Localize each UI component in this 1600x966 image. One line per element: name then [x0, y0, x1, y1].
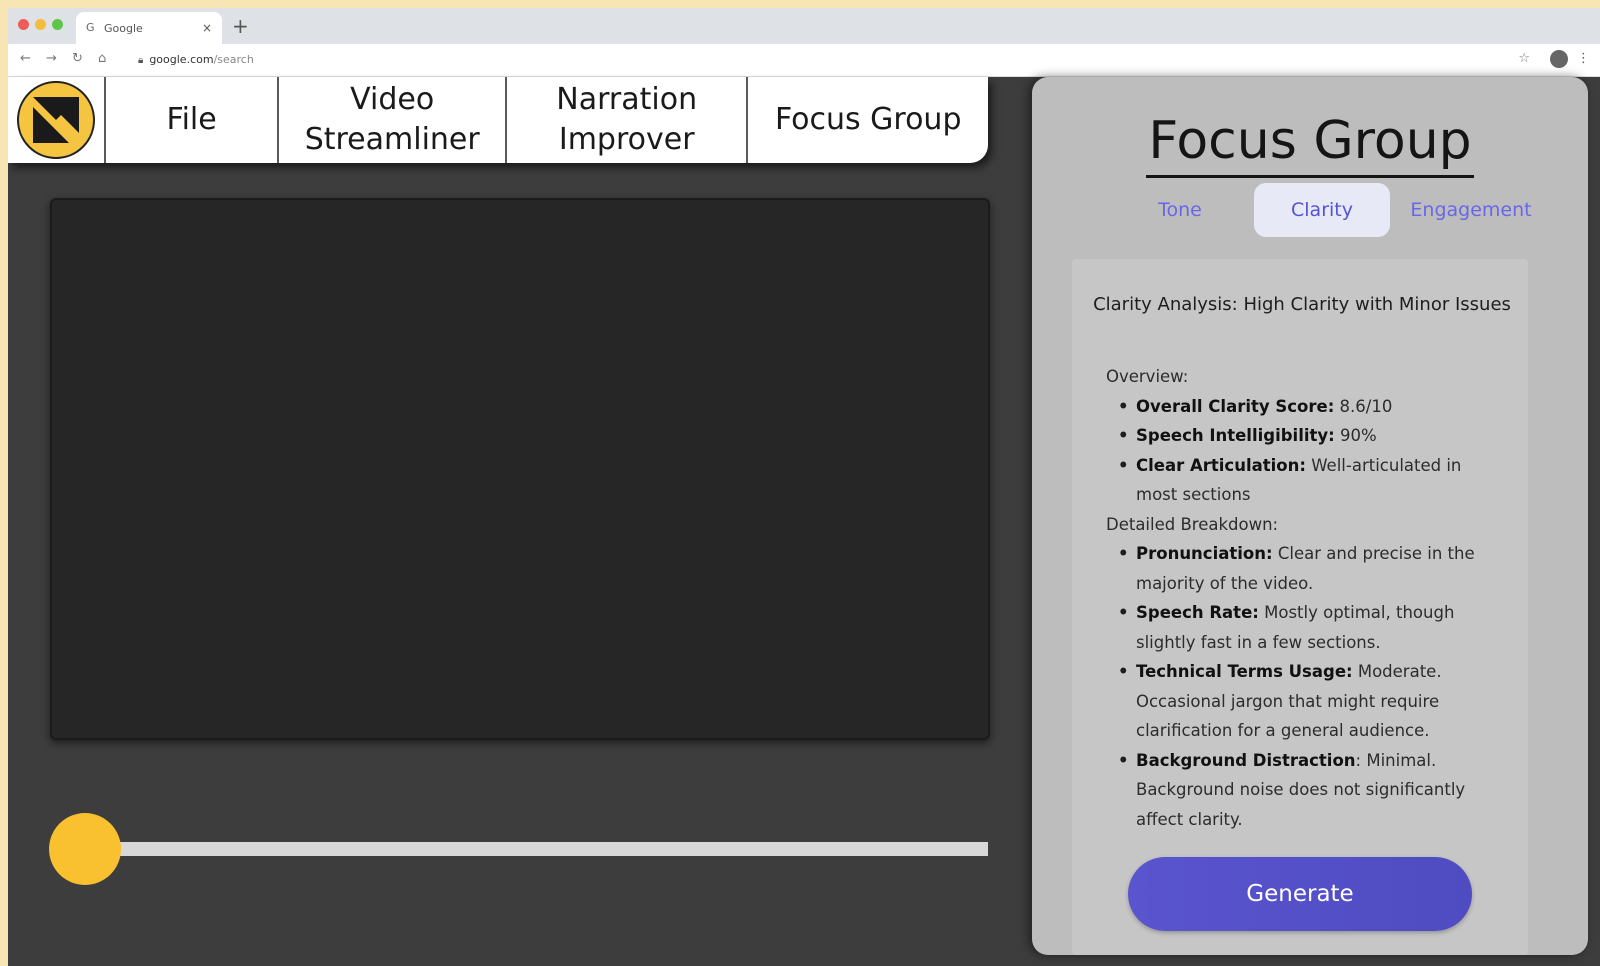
breakdown-item: Pronunciation: Clear and precise in the … [1118, 539, 1498, 598]
breakdown-item: Technical Terms Usage: Moderate. Occasio… [1118, 657, 1498, 746]
close-window-dot[interactable] [18, 19, 29, 30]
tab-engagement[interactable]: Engagement [1396, 183, 1546, 237]
overview-list: Overall Clarity Score: 8.6/10 Speech Int… [1106, 392, 1498, 510]
back-icon[interactable]: ← [20, 51, 31, 66]
lock-icon: 🔒︎ [138, 55, 144, 66]
breakdown-item: Speech Rate: Mostly optimal, though slig… [1118, 598, 1498, 657]
analysis-title: Clarity Analysis: High Clarity with Mino… [1093, 294, 1511, 315]
breakdown-heading: Detailed Breakdown: [1106, 514, 1279, 534]
overview-item: Clear Articulation: Well-articulated in … [1118, 451, 1498, 510]
close-tab-icon[interactable]: × [202, 21, 212, 35]
url-path: /search [213, 53, 254, 66]
bookmark-star-icon[interactable]: ☆ [1518, 51, 1530, 66]
browser-menu-icon[interactable]: ⋮ [1577, 51, 1590, 66]
forward-icon[interactable]: → [46, 51, 57, 66]
overview-item: Overall Clarity Score: 8.6/10 [1118, 392, 1498, 422]
breakdown-list: Pronunciation: Clear and precise in the … [1106, 539, 1498, 834]
menu-focus-group[interactable]: Focus Group [748, 77, 988, 163]
generate-button[interactable]: Generate [1128, 857, 1472, 931]
panel-title: Focus Group [1032, 111, 1588, 178]
browser-window: G Google × + ← → ↻ ⌂ 🔒︎ google.com/search… [8, 8, 1600, 966]
logo-cell[interactable] [8, 77, 106, 163]
browser-tab[interactable]: G Google × [76, 12, 222, 44]
app-area: File Video Streamliner Narration Improve… [8, 77, 1600, 966]
home-icon[interactable]: ⌂ [98, 51, 106, 66]
url-field[interactable]: 🔒︎ google.com/search [138, 53, 254, 66]
menu-file[interactable]: File [106, 77, 280, 163]
google-favicon-icon: G [86, 21, 95, 34]
tab-clarity[interactable]: Clarity [1254, 183, 1390, 237]
menu-bar: File Video Streamliner Narration Improve… [8, 77, 988, 163]
address-bar: ← → ↻ ⌂ 🔒︎ google.com/search ☆ ⋮ [8, 44, 1600, 77]
video-preview[interactable] [50, 198, 990, 740]
focus-group-panel: Focus Group Tone Clarity Engagement Clar… [1032, 77, 1588, 955]
url-host: google.com [149, 53, 214, 66]
timeline-track[interactable] [78, 842, 988, 856]
maximize-window-dot[interactable] [52, 19, 63, 30]
analysis-body: Overview: Overall Clarity Score: 8.6/10 … [1106, 362, 1498, 834]
tab-tone[interactable]: Tone [1112, 183, 1248, 237]
minimize-window-dot[interactable] [35, 19, 46, 30]
timeline-scrubber-handle[interactable] [49, 813, 121, 885]
app-logo [16, 81, 95, 159]
tab-strip: G Google × + [8, 8, 1600, 44]
breakdown-item: Background Distraction: Minimal. Backgro… [1118, 746, 1498, 835]
analysis-tabs: Tone Clarity Engagement [1112, 183, 1532, 237]
tab-title: Google [104, 21, 143, 35]
reload-icon[interactable]: ↻ [72, 51, 83, 66]
menu-narration-improver[interactable]: Narration Improver [507, 77, 749, 163]
new-tab-icon[interactable]: + [232, 14, 249, 38]
overview-heading: Overview: [1106, 367, 1189, 386]
profile-avatar[interactable] [1550, 50, 1568, 68]
overview-item: Speech Intelligibility: 90% [1118, 421, 1498, 451]
menu-video-streamliner[interactable]: Video Streamliner [279, 77, 507, 163]
logo-mark-icon [32, 97, 79, 143]
analysis-card: Clarity Analysis: High Clarity with Mino… [1072, 259, 1528, 955]
